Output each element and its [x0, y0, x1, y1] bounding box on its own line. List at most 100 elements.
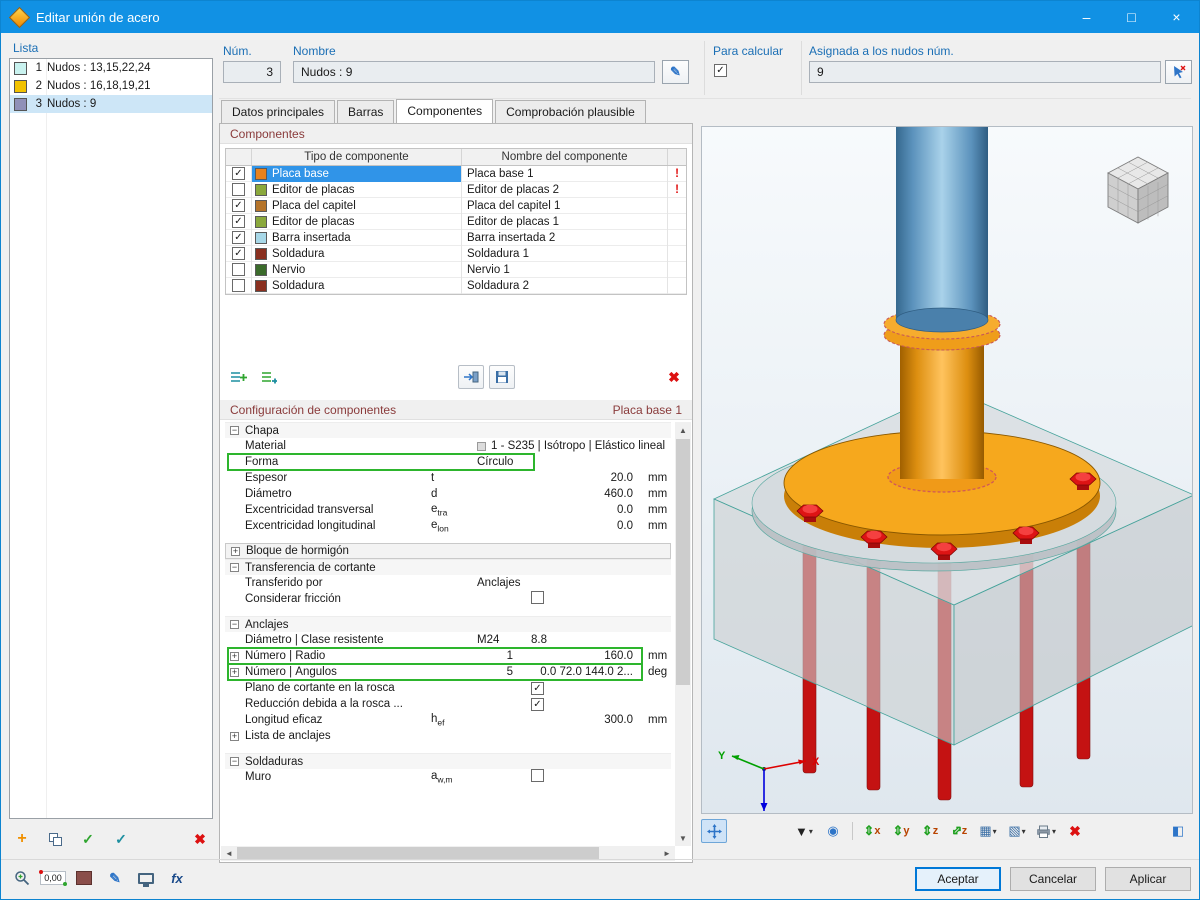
3d-viewport[interactable]: X Y Z — [701, 126, 1193, 814]
list-item[interactable]: 1 Nudos : 13,15,22,24 — [10, 59, 212, 77]
collapse-icon[interactable]: − — [230, 563, 239, 572]
config-row[interactable]: Excentricidad longitudinal elon 0.0 mm — [225, 518, 671, 534]
visual-style-button[interactable]: ◉ — [820, 819, 846, 843]
view-z-button[interactable]: ⇕ z — [917, 819, 943, 843]
tab-datos-principales[interactable]: Datos principales — [221, 100, 336, 123]
config-row[interactable]: Muro aw,m — [225, 769, 671, 785]
config-value[interactable]: 0.0 — [523, 504, 635, 516]
pick-nodes-button[interactable] — [1165, 60, 1192, 84]
component-checkbox[interactable] — [232, 199, 245, 212]
config-value[interactable]: 160.0 — [523, 650, 635, 662]
component-row[interactable]: Soldadura Soldadura 1 — [226, 245, 686, 262]
name-field[interactable]: Nudos : 9 — [293, 61, 655, 83]
config-mid-value[interactable]: 5 — [465, 666, 523, 678]
config-value[interactable]: 300.0 — [523, 714, 635, 726]
component-type-cell[interactable]: Editor de placas — [252, 181, 462, 198]
delete-joint-button[interactable]: ✖ — [187, 826, 213, 852]
config-value[interactable] — [523, 697, 635, 711]
config-group-row[interactable]: − Transferencia de cortante — [225, 559, 671, 575]
component-type-cell[interactable]: Soldadura — [252, 277, 462, 294]
expand-icon[interactable]: + — [230, 731, 239, 741]
formula-button[interactable]: fx — [164, 865, 190, 891]
component-name-cell[interactable]: Soldadura 2 — [462, 277, 668, 294]
control-panel-button[interactable]: ◧ — [1165, 819, 1191, 843]
component-row[interactable]: Soldadura Soldadura 2 — [226, 277, 686, 294]
config-row[interactable]: Excentricidad transversal etra 0.0 mm — [225, 502, 671, 518]
print-button[interactable]: ▾ — [1033, 819, 1059, 843]
component-type-cell[interactable]: Placa base — [252, 165, 462, 182]
config-mid-value[interactable]: M24 — [465, 634, 523, 646]
component-name-cell[interactable]: Barra insertada 2 — [462, 229, 668, 246]
config-value[interactable] — [523, 769, 635, 785]
clipping-box-button[interactable]: ▧ ▾ — [1004, 819, 1030, 843]
scroll-down-icon[interactable]: ▼ — [675, 830, 691, 846]
close-button[interactable]: × — [1154, 1, 1199, 33]
config-vertical-scrollbar[interactable]: ▲ ▼ — [675, 422, 691, 846]
component-name-cell[interactable]: Editor de placas 1 — [462, 213, 668, 230]
minimize-button[interactable]: – — [1064, 1, 1109, 33]
collapse-icon[interactable]: − — [230, 620, 239, 629]
config-group-row[interactable]: − Chapa — [225, 422, 671, 438]
scrollbar-thumb[interactable] — [676, 439, 690, 685]
config-mid-value[interactable]: Anclajes — [465, 577, 523, 589]
expand-icon[interactable]: + — [230, 667, 239, 677]
edit-name-button[interactable]: ✎ — [662, 60, 689, 84]
config-row[interactable]: Material 1 - S235 | Isótropo | Elástico l… — [225, 438, 671, 454]
component-checkbox[interactable] — [232, 183, 245, 196]
component-name-cell[interactable]: Placa base 1 — [462, 165, 668, 182]
component-type-cell[interactable]: Placa del capitel — [252, 197, 462, 214]
cancel-button[interactable]: Cancelar — [1010, 867, 1096, 891]
component-checkbox[interactable] — [232, 167, 245, 180]
config-checkbox[interactable] — [531, 681, 544, 695]
units-button[interactable]: 0,00 — [39, 865, 67, 891]
titlebar[interactable]: Editar unión de acero – □ × — [1, 1, 1199, 33]
tab-comprobaci-n-plausible[interactable]: Comprobación plausible — [495, 100, 646, 123]
config-value[interactable]: 20.0 — [523, 472, 635, 484]
component-checkbox[interactable] — [232, 247, 245, 260]
component-name-cell[interactable]: Placa del capitel 1 — [462, 197, 668, 214]
component-checkbox[interactable] — [232, 215, 245, 228]
check-all-button[interactable]: ✓ — [108, 826, 134, 852]
component-name-cell[interactable]: Soldadura 1 — [462, 245, 668, 262]
component-row[interactable]: Nervio Nervio 1 — [226, 261, 686, 278]
component-type-cell[interactable]: Soldadura — [252, 245, 462, 262]
config-row[interactable]: Longitud eficaz hef 300.0 mm — [225, 712, 671, 728]
config-mid-value[interactable]: 1 — [465, 650, 523, 662]
insert-component-button[interactable] — [225, 365, 251, 389]
list-item[interactable]: 3 Nudos : 9 — [10, 95, 212, 113]
collapse-icon[interactable]: − — [230, 426, 239, 435]
scroll-up-icon[interactable]: ▲ — [675, 422, 691, 438]
display-settings-button[interactable] — [133, 865, 159, 891]
view-y-button[interactable]: ⇕ y — [888, 819, 914, 843]
config-row[interactable]: Diámetro | Clase resistente M24 8.8 — [225, 632, 671, 648]
component-checkbox[interactable] — [232, 279, 245, 292]
config-row[interactable]: Diámetro d 460.0 mm — [225, 486, 671, 502]
save-component-button[interactable] — [489, 365, 515, 389]
config-mid-value[interactable]: Círculo — [465, 456, 523, 468]
insert-subcomponent-button[interactable] — [256, 365, 282, 389]
component-row[interactable]: Editor de placas Editor de placas 1 — [226, 213, 686, 230]
config-checkbox[interactable] — [531, 697, 544, 711]
maximize-button[interactable]: □ — [1109, 1, 1154, 33]
apply-button[interactable]: Aplicar — [1105, 867, 1191, 891]
component-type-cell[interactable]: Barra insertada — [252, 229, 462, 246]
config-value[interactable]: 1 - S235 | Isótropo | Elástico lineal — [465, 440, 671, 452]
component-row[interactable]: Placa base Placa base 1! — [226, 165, 686, 182]
expand-icon[interactable]: + — [231, 546, 240, 556]
component-row[interactable]: Editor de placas Editor de placas 2! — [226, 181, 686, 198]
config-group-row[interactable]: − Soldaduras — [225, 753, 671, 769]
import-component-button[interactable] — [458, 365, 484, 389]
node-list[interactable]: 1 Nudos : 13,15,22,24 2 Nudos : 16,18,19,21… — [9, 58, 213, 819]
component-type-cell[interactable]: Editor de placas — [252, 213, 462, 230]
delete-component-button[interactable]: ✖ — [661, 365, 687, 389]
clear-view-button[interactable]: ✖ — [1062, 819, 1088, 843]
tab-componentes[interactable]: Componentes — [396, 99, 494, 123]
config-checkbox[interactable] — [531, 591, 544, 604]
config-value[interactable]: 0.0 72.0 144.0 2... — [523, 666, 635, 678]
new-joint-button[interactable]: + — [9, 826, 35, 852]
color-settings-button[interactable] — [71, 865, 97, 891]
calc-checkbox[interactable] — [714, 64, 727, 77]
component-checkbox[interactable] — [232, 263, 245, 276]
expand-icon[interactable]: + — [230, 651, 239, 661]
ok-button[interactable]: Aceptar — [915, 867, 1001, 891]
